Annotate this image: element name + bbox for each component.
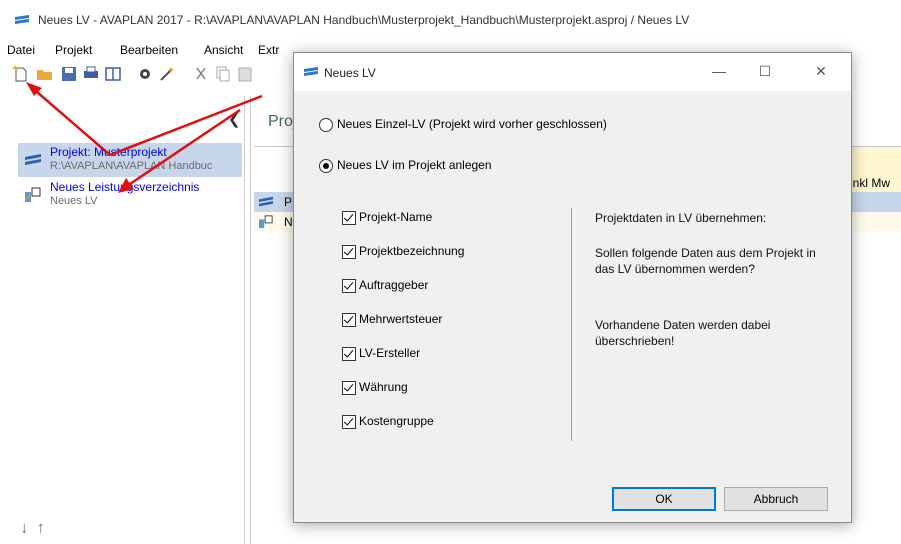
copy-icon[interactable] xyxy=(214,65,232,83)
lv-icon xyxy=(25,187,41,202)
new-lv-dialog: Neues LV — ☐ ✕ Neues Einzel-LV (Projekt … xyxy=(293,52,852,523)
checkbox-mehrwertsteuer[interactable] xyxy=(342,313,356,327)
radio-lv-im-projekt-label[interactable]: Neues LV im Projekt anlegen xyxy=(337,158,492,172)
move-arrows: ↓↑ xyxy=(20,518,53,538)
tree-item-subtitle: Neues LV xyxy=(50,195,98,207)
checkbox-auftraggeber[interactable] xyxy=(342,279,356,293)
tree-item-subtitle: R:\AVAPLAN\AVAPLAN Handbuc xyxy=(50,160,213,172)
layout-icon[interactable] xyxy=(104,65,122,83)
dialog-title-bar: Neues LV — ☐ ✕ xyxy=(294,53,851,91)
project-icon xyxy=(25,154,41,165)
menu-projekt[interactable]: Projekt xyxy=(55,43,92,57)
tree-item-project[interactable]: Projekt: Musterprojekt R:\AVAPLAN\AVAPLA… xyxy=(18,143,242,177)
menu-ansicht[interactable]: Ansicht xyxy=(204,43,243,57)
lv-icon xyxy=(259,215,273,229)
app-logo-icon xyxy=(15,15,29,24)
checkbox-kostengruppe[interactable] xyxy=(342,415,356,429)
window-title: Neues LV - AVAPLAN 2017 - R:\AVAPLAN\AVA… xyxy=(38,13,690,27)
checkbox-label[interactable]: Auftraggeber xyxy=(359,278,428,292)
wand-icon[interactable] xyxy=(158,65,176,83)
toolbar xyxy=(0,60,300,90)
checkbox-projektbezeichnung[interactable] xyxy=(342,245,356,259)
radio-lv-im-projekt[interactable] xyxy=(319,159,333,173)
app-logo-icon xyxy=(304,67,318,76)
checkbox-label[interactable]: LV-Ersteller xyxy=(359,346,420,360)
cancel-button[interactable]: Abbruch xyxy=(724,487,828,511)
minimize-button[interactable]: — xyxy=(696,60,742,82)
new-icon[interactable] xyxy=(12,65,30,83)
column-header-inkl-mwst: inkl Mw xyxy=(850,176,891,190)
dialog-title: Neues LV xyxy=(324,66,376,80)
title-bar: Neues LV - AVAPLAN 2017 - R:\AVAPLAN\AVA… xyxy=(0,0,901,40)
paste-icon[interactable] xyxy=(236,65,254,83)
radio-einzel-lv-label[interactable]: Neues Einzel-LV (Projekt wird vorher ges… xyxy=(337,117,607,131)
checkbox-projekt-name[interactable] xyxy=(342,211,356,225)
tree-item-title: Neues Leistungsverzeichnis xyxy=(50,180,200,194)
menu-datei[interactable]: Datei xyxy=(7,43,35,57)
project-icon xyxy=(259,196,273,207)
maximize-button[interactable]: ☐ xyxy=(742,60,788,82)
tree-item-title: Projekt: Musterprojekt xyxy=(50,145,167,159)
menu-bearbeiten[interactable]: Bearbeiten xyxy=(120,43,178,57)
checkbox-label[interactable]: Währung xyxy=(359,380,408,394)
save-icon[interactable] xyxy=(60,65,78,83)
checkbox-label[interactable]: Mehrwertsteuer xyxy=(359,312,442,326)
checkbox-waehrung[interactable] xyxy=(342,381,356,395)
arrow-up-icon[interactable]: ↑ xyxy=(37,518,54,537)
arrow-down-icon[interactable]: ↓ xyxy=(20,518,37,537)
collapse-panel-icon[interactable]: ❮ xyxy=(228,110,241,128)
info-warning: Vorhandene Daten werden dabei überschrie… xyxy=(595,318,771,348)
close-button[interactable]: ✕ xyxy=(798,60,844,82)
checkbox-label[interactable]: Kostengruppe xyxy=(359,414,434,428)
cut-icon[interactable] xyxy=(192,65,210,83)
checkbox-lv-ersteller[interactable] xyxy=(342,347,356,361)
grid-cell: P xyxy=(284,195,293,209)
ok-button[interactable]: OK xyxy=(612,487,716,511)
radio-einzel-lv[interactable] xyxy=(319,118,333,132)
info-question: Sollen folgende Daten aus dem Projekt in… xyxy=(595,246,816,276)
tree-item-lv[interactable]: Neues Leistungsverzeichnis Neues LV xyxy=(18,178,242,212)
print-icon[interactable] xyxy=(82,65,100,83)
menu-extras[interactable]: Extr xyxy=(258,43,279,57)
checkbox-label[interactable]: Projektbezeichnung xyxy=(359,244,464,258)
divider xyxy=(571,208,572,441)
grid-cell: N xyxy=(284,215,293,229)
checkbox-label[interactable]: Projekt-Name xyxy=(359,210,432,224)
open-folder-icon[interactable] xyxy=(36,65,54,83)
info-heading: Projektdaten in LV übernehmen: xyxy=(595,211,767,225)
settings-icon[interactable] xyxy=(136,65,154,83)
